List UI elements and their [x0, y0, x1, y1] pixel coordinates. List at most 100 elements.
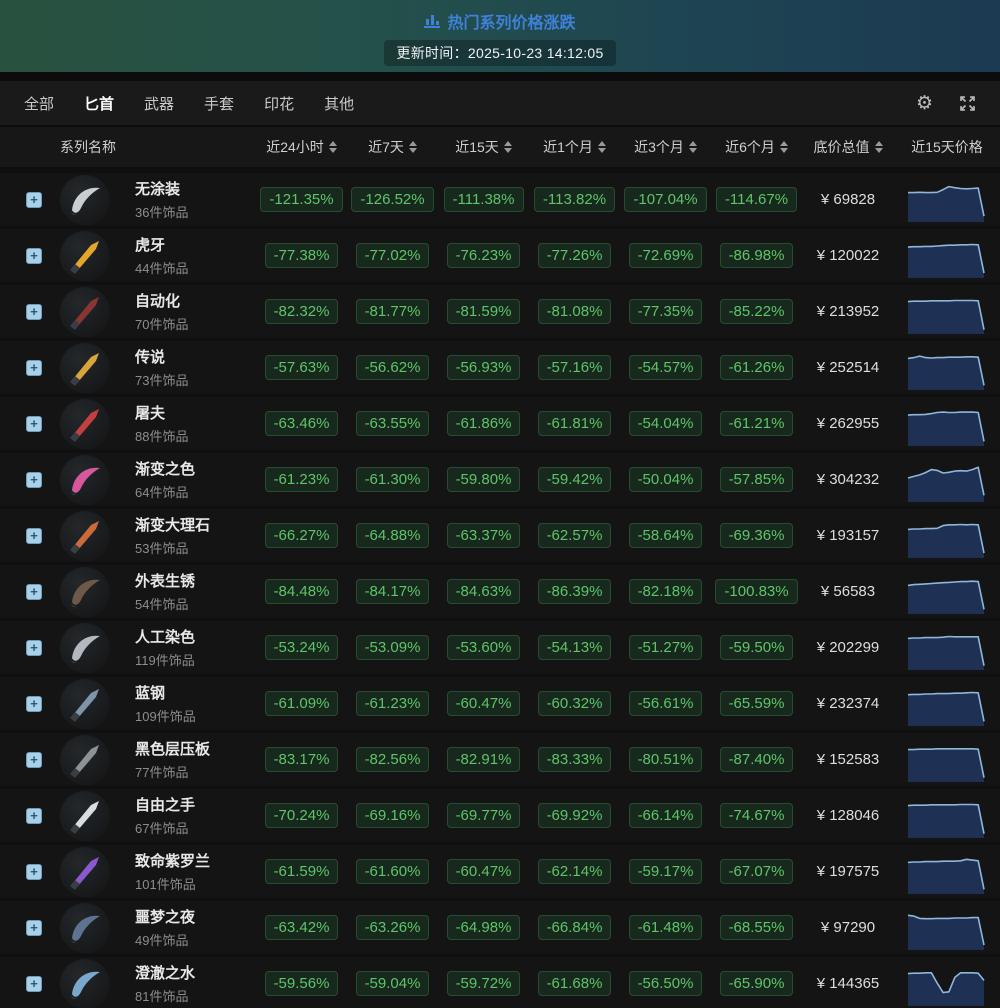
- plus-icon: +: [30, 249, 38, 262]
- tab-gloves[interactable]: 手套: [204, 93, 234, 114]
- change-cell-15d: -82.91%: [438, 747, 529, 772]
- series-info: 外表生锈54件饰品: [126, 570, 256, 613]
- expand-cell: +: [26, 584, 60, 600]
- thumbnail-cell: [60, 175, 126, 225]
- column-header-floor-total[interactable]: 底价总值: [802, 137, 894, 157]
- series-thumbnail: [60, 623, 110, 673]
- series-item-count: 36件饰品: [135, 202, 256, 221]
- change-pill: -82.56%: [356, 747, 430, 772]
- change-cell-15d: -61.86%: [438, 411, 529, 436]
- tab-all[interactable]: 全部: [24, 93, 54, 114]
- sparkline-cell: [894, 793, 1000, 839]
- table-row: +无涂装36件饰品-121.35%-126.52%-111.38%-113.82…: [0, 173, 1000, 226]
- series-thumbnail: [60, 455, 110, 505]
- table-row: +致命紫罗兰101件饰品-61.59%-61.60%-60.47%-62.14%…: [0, 845, 1000, 898]
- price-sparkline: [906, 961, 986, 1007]
- sort-arrows-icon[interactable]: [875, 141, 883, 153]
- change-pill: -54.04%: [629, 411, 703, 436]
- expand-row-button[interactable]: +: [26, 976, 42, 992]
- change-pill: -59.04%: [356, 971, 430, 996]
- bar-chart-icon: [424, 13, 440, 28]
- column-header-1m[interactable]: 近1个月: [529, 137, 620, 157]
- expand-row-button[interactable]: +: [26, 304, 42, 320]
- price-sparkline: [906, 569, 986, 615]
- expand-row-button[interactable]: +: [26, 248, 42, 264]
- gear-icon[interactable]: ⚙: [916, 94, 933, 113]
- change-pill: -61.26%: [720, 355, 794, 380]
- expand-row-button[interactable]: +: [26, 920, 42, 936]
- series-item-count: 73件饰品: [135, 370, 256, 389]
- tab-stickers[interactable]: 印花: [264, 93, 294, 114]
- series-thumbnail: [60, 175, 110, 225]
- column-header-7d[interactable]: 近7天: [347, 137, 438, 157]
- column-header-24h[interactable]: 近24小时: [256, 137, 347, 157]
- price-sparkline: [906, 177, 986, 223]
- floor-price-total: ¥ 97290: [802, 919, 894, 936]
- series-name: 噩梦之夜: [135, 906, 256, 927]
- plus-icon: +: [30, 361, 38, 374]
- change-pill: -76.23%: [447, 243, 521, 268]
- series-info: 虎牙44件饰品: [126, 234, 256, 277]
- expand-row-button[interactable]: +: [26, 864, 42, 880]
- change-cell-7d: -81.77%: [347, 299, 438, 324]
- change-cell-15d: -60.47%: [438, 859, 529, 884]
- series-item-count: 88件饰品: [135, 426, 256, 445]
- series-name: 澄澈之水: [135, 962, 256, 983]
- change-cell-15d: -84.63%: [438, 579, 529, 604]
- change-pill: -61.30%: [356, 467, 430, 492]
- series-thumbnail: [60, 231, 110, 281]
- expand-cell: +: [26, 304, 60, 320]
- series-item-count: 77件饰品: [135, 762, 256, 781]
- change-pill: -69.92%: [538, 803, 612, 828]
- change-cell-24h: -121.35%: [256, 187, 347, 212]
- change-cell-24h: -83.17%: [256, 747, 347, 772]
- change-pill: -114.67%: [716, 187, 797, 212]
- column-header-6m[interactable]: 近6个月: [711, 137, 802, 157]
- series-info: 屠夫88件饰品: [126, 402, 256, 445]
- change-pill: -63.26%: [356, 915, 430, 940]
- change-pill: -77.02%: [356, 243, 430, 268]
- tab-others[interactable]: 其他: [324, 93, 354, 114]
- expand-row-button[interactable]: +: [26, 696, 42, 712]
- expand-row-button[interactable]: +: [26, 192, 42, 208]
- sort-arrows-icon[interactable]: [409, 141, 417, 153]
- change-cell-24h: -59.56%: [256, 971, 347, 996]
- expand-row-button[interactable]: +: [26, 416, 42, 432]
- series-name: 传说: [135, 346, 256, 367]
- change-cell-3m: -56.50%: [620, 971, 711, 996]
- price-sparkline: [906, 849, 986, 895]
- knife-image: [63, 290, 107, 334]
- tab-weapons[interactable]: 武器: [144, 93, 174, 114]
- change-cell-3m: -51.27%: [620, 635, 711, 660]
- expand-row-button[interactable]: +: [26, 472, 42, 488]
- page-title-text: 热门系列价格涨跌: [447, 9, 575, 33]
- sort-arrows-icon[interactable]: [598, 141, 606, 153]
- table-row: +澄澈之水81件饰品-59.56%-59.04%-59.72%-61.68%-5…: [0, 957, 1000, 1008]
- expand-row-button[interactable]: +: [26, 752, 42, 768]
- column-header-15d[interactable]: 近15天: [438, 137, 529, 157]
- sparkline-cell: [894, 681, 1000, 727]
- expand-row-button[interactable]: +: [26, 584, 42, 600]
- sort-arrows-icon[interactable]: [504, 141, 512, 153]
- change-pill: -54.13%: [538, 635, 612, 660]
- floor-price-total: ¥ 120022: [802, 247, 894, 264]
- tab-knives[interactable]: 匕首: [84, 93, 114, 114]
- expand-row-button[interactable]: +: [26, 360, 42, 376]
- change-pill: -61.68%: [538, 971, 612, 996]
- change-cell-15d: -69.77%: [438, 803, 529, 828]
- change-pill: -59.17%: [629, 859, 703, 884]
- expand-row-button[interactable]: +: [26, 640, 42, 656]
- price-sparkline: [906, 345, 986, 391]
- change-cell-1m: -61.68%: [529, 971, 620, 996]
- plus-icon: +: [30, 809, 38, 822]
- sort-arrows-icon[interactable]: [329, 141, 337, 153]
- expand-row-button[interactable]: +: [26, 528, 42, 544]
- sort-arrows-icon[interactable]: [780, 141, 788, 153]
- change-pill: -84.17%: [356, 579, 430, 604]
- expand-row-button[interactable]: +: [26, 808, 42, 824]
- change-cell-24h: -63.46%: [256, 411, 347, 436]
- fullscreen-icon[interactable]: [959, 95, 976, 112]
- change-pill: -66.84%: [538, 915, 612, 940]
- column-header-3m[interactable]: 近3个月: [620, 137, 711, 157]
- sort-arrows-icon[interactable]: [689, 141, 697, 153]
